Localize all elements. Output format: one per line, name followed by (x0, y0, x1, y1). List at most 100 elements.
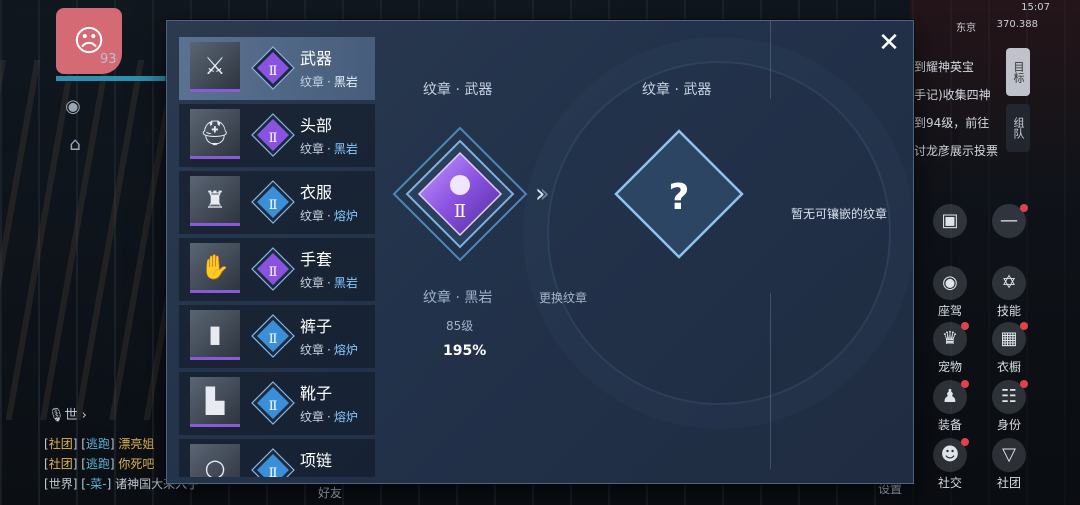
tab-target[interactable]: 目标 (1006, 48, 1030, 96)
background-fence (0, 60, 170, 420)
emblem-category: 纹章 (300, 276, 325, 290)
current-emblem-gem[interactable]: Ⅱ (391, 125, 529, 263)
eye-icon[interactable]: ◉ (62, 96, 84, 118)
emblem-category: 纹章 (300, 142, 325, 156)
equipment-slot-2[interactable]: ♜ Ⅱ 衣服纹章 · 熔炉 (179, 171, 375, 234)
location-label: 东京 (956, 23, 976, 34)
equipment-slot-name: 手套 (300, 250, 333, 269)
emblem-kind: 熔炉 (333, 209, 358, 223)
equipment-slot-emblem: 纹章·熔炉 (300, 207, 358, 224)
gem-numeral: Ⅱ (269, 399, 278, 414)
emblem-separator: · (327, 410, 331, 424)
divider (770, 293, 771, 469)
hud-icon-mount[interactable]: ◉ 座驾 (925, 266, 975, 319)
equipment-thumbnail: ○ (190, 444, 240, 477)
hud-icon-pet[interactable]: ♛ 宠物 (925, 322, 975, 375)
gem-numeral: Ⅱ (269, 64, 278, 79)
equipment-slot-emblem: 纹章 · 黑岩 (300, 73, 358, 90)
target-emblem-title: 纹章 · 武器 (642, 82, 712, 98)
empty-emblem-slot[interactable]: ? (610, 125, 748, 263)
equipment-slot-1[interactable]: ⛑ Ⅱ 头部纹章 · 黑岩 (179, 104, 375, 167)
gem-numeral: Ⅱ (269, 466, 278, 477)
equipment-slot-name: 衣服 (300, 183, 333, 202)
equipment-thumbnail: ⚔ (190, 42, 240, 92)
emblem-kind: 熔炉 (333, 410, 358, 424)
emblem-category: 纹章 (300, 209, 325, 223)
emblem-separator: · (327, 209, 331, 223)
emblem-kind: 熔炉 (333, 343, 358, 357)
gem-numeral: Ⅱ (454, 201, 466, 222)
emblem-separator: · (327, 276, 331, 290)
current-emblem-title: 纹章 · 武器 (423, 82, 493, 98)
current-emblem-percent: 195% (443, 343, 487, 359)
status-bar: 15:07 (1021, 2, 1050, 13)
hud-icon-wardrobe[interactable]: ▦ 衣橱 (984, 322, 1034, 375)
emblem-category: 纹章 (300, 410, 325, 424)
emblem-kind: 黑岩 (333, 276, 358, 290)
emblem-gem-icon: Ⅱ (251, 180, 295, 224)
gem-numeral: Ⅱ (269, 198, 278, 213)
equipment-slot-emblem: 纹章·熔炉 (300, 475, 358, 477)
hud-icon-skill[interactable]: ✡ 技能 (984, 266, 1034, 319)
change-emblem-button[interactable]: 更换纹章 (539, 289, 587, 306)
emblem-category: 纹章 (300, 75, 325, 89)
equipment-thumbnail: ♜ (190, 176, 240, 226)
coordinates-readout: 370.388 (996, 19, 1038, 30)
equipment-slot-5[interactable]: ▙ Ⅱ 靴子纹章 · 熔炉 (179, 372, 375, 435)
gem-numeral: Ⅱ (269, 131, 278, 146)
hud-icon-club[interactable]: ▽ 社团 (984, 438, 1034, 491)
player-hp-bar (56, 76, 166, 81)
player-level: 93 (100, 52, 117, 67)
question-mark-icon: ? (669, 177, 690, 218)
hud-icon-identity[interactable]: ☷ 身份 (984, 380, 1034, 433)
equipment-slot-4[interactable]: ▮ Ⅱ 裤子纹章 · 熔炉 (179, 305, 375, 368)
equipment-slot-3[interactable]: ✋ Ⅱ 手套纹章 · 黑岩 (179, 238, 375, 301)
minimize-icon[interactable]: — (984, 204, 1034, 240)
emblem-separator: · (327, 142, 331, 156)
divider (770, 21, 771, 99)
hud-icon-equipment[interactable]: ♟ 装备 (925, 380, 975, 433)
equipment-slot-emblem: 纹章 · 黑岩 (300, 274, 358, 291)
equipment-thumbnail: ✋ (190, 243, 240, 293)
equipment-slot-0[interactable]: ⚔ Ⅱ 武器纹章 · 黑岩 (179, 37, 375, 100)
equipment-thumbnail: ▮ (190, 310, 240, 360)
home-icon[interactable]: ⌂ (64, 134, 86, 156)
equipment-slot-emblem: 纹章·熔炉 (300, 408, 358, 425)
equipment-slot-6[interactable]: ○ Ⅱ 项链纹章·熔炉 (179, 439, 375, 477)
equipment-thumbnail: ⛑ (190, 109, 240, 159)
emblem-separator: · (327, 343, 331, 357)
arrow-right-icon: ›› (535, 179, 550, 209)
bag-icon[interactable]: ▣ (925, 204, 975, 240)
equipment-slot-name: 项链 (300, 451, 333, 470)
emblem-gem-icon: Ⅱ (251, 314, 295, 358)
friends-button[interactable]: 好友 (318, 484, 342, 501)
emblem-gem-icon: Ⅱ (251, 46, 295, 90)
emblem-gem-icon: Ⅱ (251, 381, 295, 425)
gem-numeral: Ⅱ (269, 332, 278, 347)
equipment-slot-emblem: 纹章·熔炉 (300, 341, 358, 358)
gem-numeral: Ⅱ (269, 265, 278, 280)
equipment-slot-list[interactable]: ⚔ Ⅱ 武器 纹章 · 黑岩 ⛑ Ⅱ 头部 纹章 · 黑岩 ♜ Ⅱ 衣服 纹章 · 熔炉 ✋ Ⅱ 手套 纹章 · 黑岩 ▮ Ⅱ 裤子… (179, 37, 375, 477)
empty-emblem-hint: 暂无可镶嵌的纹章 (791, 207, 888, 221)
tab-team[interactable]: 组队 (1006, 104, 1030, 152)
equipment-slot-name: 裤子 (300, 317, 333, 336)
emblem-panel: ✕ ⚔ Ⅱ 武器 纹章 · 黑岩 ⛑ Ⅱ 头部 纹章 · 黑岩 ♜ Ⅱ 衣服 纹章 · 熔炉 ✋ Ⅱ 手套 纹章 · 黑岩 ▮ Ⅱ… (166, 20, 914, 484)
emblem-kind: 黑岩 (333, 75, 358, 89)
emblem-kind: 黑岩 (333, 142, 358, 156)
hud-icon-social[interactable]: ☻ 社交 (925, 438, 975, 491)
chat-channel[interactable]: 🎙世 › (48, 404, 87, 423)
close-icon[interactable]: ✕ (875, 29, 903, 57)
emblem-gem-icon: Ⅱ (251, 113, 295, 157)
current-emblem-level: 85级 (446, 319, 474, 333)
emblem-category: 纹章 (300, 343, 325, 357)
emblem-separator: · (327, 75, 331, 89)
equipment-thumbnail: ▙ (190, 377, 240, 427)
equipment-slot-name: 武器 (300, 49, 333, 68)
equipment-slot-name: 头部 (300, 116, 333, 135)
equipment-slot-emblem: 纹章 · 黑岩 (300, 140, 358, 157)
equipment-slot-name: 靴子 (300, 384, 333, 403)
status-time: 15:07 (1021, 2, 1050, 13)
current-emblem-name: 纹章 · 黑岩 (423, 290, 493, 306)
emblem-gem-icon: Ⅱ (251, 247, 295, 291)
emblem-gem-icon: Ⅱ (251, 448, 295, 477)
